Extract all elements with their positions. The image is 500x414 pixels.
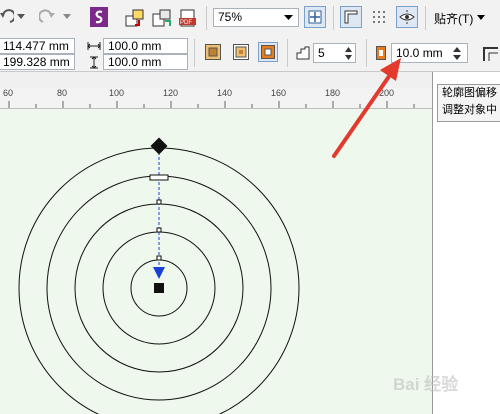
contour-center-icon [205, 44, 221, 60]
toolbar-divider [206, 6, 207, 30]
contour-outside-button[interactable] [258, 42, 278, 62]
toolbar-divider [194, 39, 195, 67]
chevron-down-icon [477, 15, 486, 20]
app-launcher-icon [90, 7, 108, 27]
width-field[interactable]: 100.0 mm [103, 38, 188, 54]
redo-dropdown[interactable] [62, 10, 72, 24]
redo-button[interactable] [38, 8, 58, 26]
ruler-tick-label: 80 [57, 88, 68, 98]
full-screen-preview-button[interactable] [304, 6, 326, 28]
import-button[interactable] [124, 8, 146, 28]
grid-toggle[interactable] [369, 7, 389, 27]
watermark: Bai 经验 [393, 370, 498, 396]
center-object[interactable] [154, 283, 164, 293]
zoom-level-select[interactable]: 75% [213, 8, 299, 27]
drawing-canvas[interactable] [0, 109, 432, 414]
grid-icon [373, 11, 385, 23]
tooltip: 轮廓图偏移 调整对象中 [437, 84, 500, 122]
contour-drawing [18, 137, 300, 414]
contour-outside-icon [261, 45, 275, 59]
height-icon [86, 55, 102, 69]
chevron-down-icon [344, 54, 352, 60]
ruler-tick-label: 60 [3, 88, 14, 98]
guidelines-toggle[interactable] [396, 6, 418, 28]
ruler-tick-label: 120 [163, 88, 179, 98]
contour-color-button[interactable] [480, 43, 500, 63]
contour-inside-icon [233, 44, 249, 60]
rulers-toggle[interactable] [340, 6, 362, 28]
contour-offset-icon [374, 45, 388, 61]
watermark-text: Bai 经验 [393, 375, 459, 394]
tooltip-body: 调整对象中 [442, 104, 497, 116]
launcher-button[interactable] [89, 6, 109, 28]
svg-text:PDF: PDF [180, 20, 192, 26]
publish-pdf-button[interactable]: PDF [178, 8, 200, 28]
contour-to-center-button[interactable] [203, 42, 223, 62]
height-field[interactable]: 100.0 mm [103, 54, 188, 70]
toolbar-divider [366, 39, 367, 67]
contour-steps-icon [295, 45, 311, 61]
import-icon [125, 9, 144, 27]
fullscreen-icon [308, 10, 322, 24]
export-button[interactable] [151, 8, 173, 28]
ruler-tick-label: 140 [217, 88, 233, 98]
contour-step-marker [156, 227, 162, 233]
horizontal-ruler[interactable]: 60 80 100 120 140 160 180 200 [0, 88, 437, 109]
offset-spinner[interactable] [449, 44, 465, 62]
chevron-down-icon [17, 14, 25, 19]
redo-icon [39, 9, 55, 23]
pdf-icon: PDF [179, 9, 196, 27]
ruler-tick-label: 160 [271, 88, 287, 98]
chevron-down-icon [63, 14, 71, 19]
chevron-down-icon [284, 15, 293, 20]
guidelines-icon [399, 10, 415, 24]
contour-step-marker [156, 199, 162, 205]
ruler-tick-label: 200 [379, 88, 395, 98]
toolbar-divider [425, 6, 426, 30]
ruler-icon [344, 10, 358, 24]
width-icon [86, 39, 102, 53]
export-icon [152, 9, 171, 27]
contour-offset-slider[interactable] [149, 174, 169, 181]
snap-to-label: 贴齐(T) [434, 11, 474, 26]
ruler-tick-label: 100 [109, 88, 125, 98]
snap-to-dropdown[interactable]: 贴齐(T) [434, 8, 494, 28]
undo-button[interactable] [0, 8, 14, 26]
contour-step-marker [156, 255, 162, 261]
x-position-field[interactable]: 114.477 mm [0, 38, 75, 54]
standard-toolbar: PDF 75% 贴齐(T) [0, 0, 500, 36]
contour-inside-button[interactable] [231, 42, 251, 62]
y-position-field[interactable]: 199.328 mm [0, 54, 75, 70]
toolbar-divider [287, 39, 288, 67]
contour-end-arrow[interactable] [153, 267, 165, 279]
ruler-tick-label: 180 [325, 88, 341, 98]
contour-start-handle[interactable] [150, 137, 168, 155]
steps-spinner[interactable] [342, 44, 354, 62]
docker-panel [432, 72, 500, 414]
property-bar: 114.477 mm 199.328 mm 100.0 mm 100.0 mm … [0, 35, 500, 72]
chevron-down-icon [453, 54, 461, 60]
outline-corner-icon [483, 47, 498, 61]
zoom-level-value: 75% [218, 10, 243, 24]
workspace-header [0, 72, 432, 88]
tooltip-title: 轮廓图偏移 [442, 87, 497, 99]
chevron-up-icon [344, 46, 352, 52]
chevron-up-icon [453, 46, 461, 52]
undo-dropdown[interactable] [16, 10, 26, 24]
toolbar-divider [333, 6, 334, 30]
undo-icon [0, 9, 14, 23]
